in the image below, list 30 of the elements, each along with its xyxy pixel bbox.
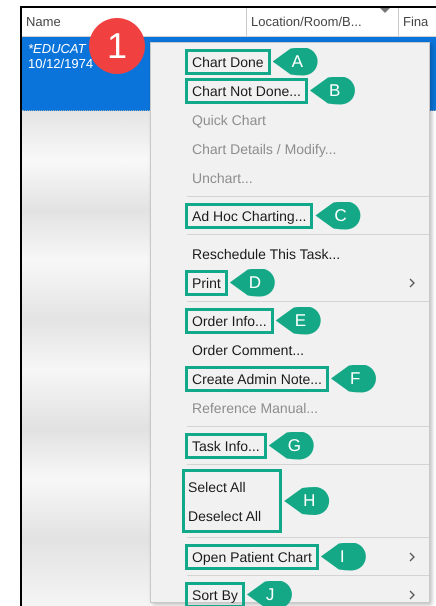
menu-item[interactable]: Ad Hoc Charting... — [185, 202, 314, 228]
callout-marker: I — [320, 542, 367, 570]
menu-item[interactable]: Reschedule This Task... — [185, 240, 348, 266]
callout-marker: A — [272, 48, 319, 76]
column-header[interactable]: Location/Room/B... — [247, 8, 399, 36]
menu-item: Chart Details / Modify... — [191, 140, 338, 159]
callout-marker: D — [230, 268, 276, 296]
callout-marker: B — [310, 76, 356, 104]
menu-item: Unchart... — [191, 168, 254, 188]
menu-item[interactable]: Order Info... — [185, 308, 274, 334]
menu-item[interactable]: Sort By — [185, 582, 245, 606]
menu-item[interactable]: Open Patient Chart — [185, 544, 319, 570]
patient-name: *EDUCAT — [28, 41, 86, 56]
menu-item[interactable]: Create Admin Note... — [185, 366, 329, 392]
menu-item[interactable]: Chart Done — [185, 48, 271, 74]
menu-item: Reference Manual... — [191, 398, 320, 418]
callout-marker: G — [268, 432, 315, 460]
column-header[interactable]: Fina — [399, 8, 436, 36]
menu-item[interactable]: Deselect All — [188, 508, 262, 524]
menu-item[interactable]: Chart Not Done... — [185, 78, 308, 104]
callout-marker: H — [284, 487, 330, 515]
menu-item[interactable]: Print — [185, 270, 228, 296]
callout-marker: C — [315, 202, 362, 230]
menu-item[interactable]: Task Info... — [185, 432, 267, 458]
callout-marker: F — [330, 364, 377, 392]
callout-marker: E — [276, 306, 322, 334]
menu-item: Quick Chart — [191, 110, 267, 130]
menu-item[interactable]: Order Comment... — [185, 336, 312, 362]
callout-marker: J — [246, 580, 293, 606]
menu-item[interactable]: Select All — [188, 478, 246, 494]
